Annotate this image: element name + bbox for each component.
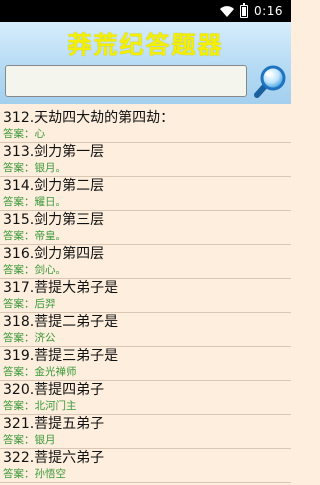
question-text: 317.菩提大弟子是 <box>3 280 119 296</box>
list-item[interactable]: 312.天劫四大劫的第四劫： 答案：心 <box>0 109 291 143</box>
list-item[interactable]: 316.剑力第四层 答案：剑心。 <box>0 245 291 279</box>
qa-list[interactable]: 312.天劫四大劫的第四劫： 答案：心 313.剑力第一层 答案：银月。 314… <box>0 104 291 485</box>
list-item[interactable]: 314.剑力第二层 答案：耀日。 <box>0 177 291 211</box>
question-text: 314.剑力第二层 <box>3 178 105 194</box>
question-text: 316.剑力第四层 <box>3 246 105 262</box>
search-input[interactable] <box>5 65 247 97</box>
answer-text: 答案：帝皇。 <box>3 230 66 242</box>
question-text: 315.剑力第三层 <box>3 212 105 228</box>
question-text: 312.天劫四大劫的第四劫： <box>3 110 175 126</box>
status-bar: 0:16 <box>0 0 291 22</box>
answer-text: 答案：剑心。 <box>3 264 66 276</box>
list-item[interactable]: 319.菩提三弟子是 答案：金光禅师 <box>0 347 291 381</box>
answer-text: 答案：北河门主 <box>3 400 77 412</box>
answer-text: 答案：金光禅师 <box>3 366 77 378</box>
answer-text: 答案：后羿 <box>3 298 56 310</box>
question-text: 322.菩提六弟子 <box>3 450 105 466</box>
list-item[interactable]: 320.菩提四弟子 答案：北河门主 <box>0 381 291 415</box>
answer-text: 答案：耀日。 <box>3 196 66 208</box>
app-title: 莽荒纪答题器 <box>67 29 224 59</box>
question-text: 318.菩提二弟子是 <box>3 314 119 330</box>
search-bar <box>0 62 291 104</box>
clock-time: 0:16 <box>254 4 283 18</box>
answer-text: 答案：银月 <box>3 434 56 446</box>
answer-text: 答案：心 <box>3 128 45 140</box>
magnifier-icon <box>254 65 286 98</box>
list-item[interactable]: 322.菩提六弟子 答案：孙悟空 <box>0 449 291 483</box>
question-text: 313.剑力第一层 <box>3 144 105 160</box>
wifi-icon <box>220 5 235 17</box>
search-button[interactable] <box>249 62 291 102</box>
answer-text: 答案：济公 <box>3 332 56 344</box>
answer-text: 答案：孙悟空 <box>3 468 66 480</box>
list-item[interactable]: 321.菩提五弟子 答案：银月 <box>0 415 291 449</box>
list-item[interactable]: 318.菩提二弟子是 答案：济公 <box>0 313 291 347</box>
question-text: 321.菩提五弟子 <box>3 416 105 432</box>
app-header: 莽荒纪答题器 <box>0 22 291 62</box>
question-text: 320.菩提四弟子 <box>3 382 105 398</box>
list-item[interactable]: 315.剑力第三层 答案：帝皇。 <box>0 211 291 245</box>
battery-icon <box>240 2 249 18</box>
list-item[interactable]: 317.菩提大弟子是 答案：后羿 <box>0 279 291 313</box>
question-text: 319.菩提三弟子是 <box>3 348 119 364</box>
answer-text: 答案：银月。 <box>3 162 66 174</box>
list-item[interactable]: 313.剑力第一层 答案：银月。 <box>0 143 291 177</box>
